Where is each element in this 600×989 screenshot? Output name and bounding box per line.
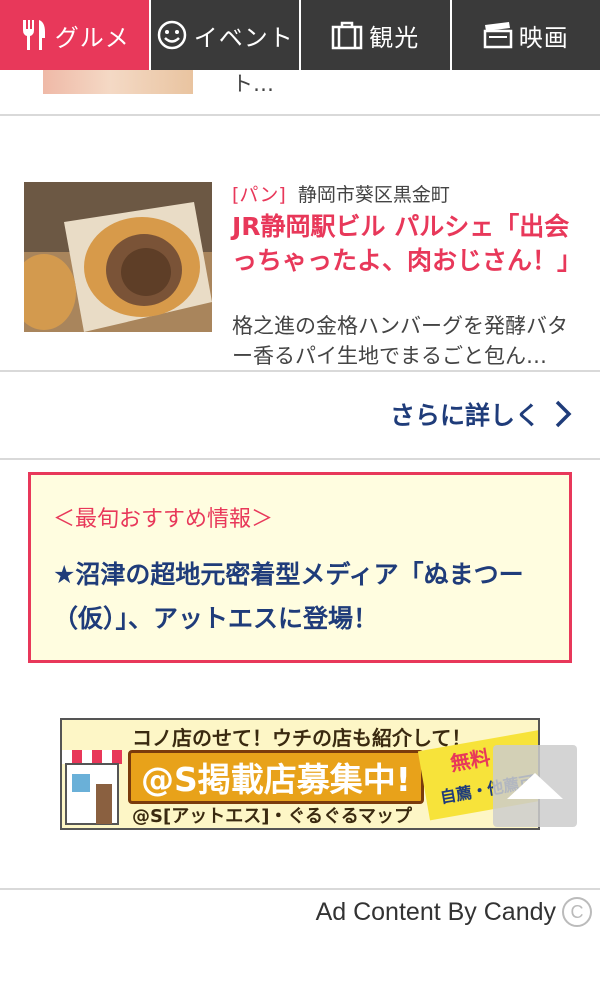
tab-sightseeing[interactable]: 観光: [299, 0, 450, 70]
more-link-label: さらに詳しく: [389, 401, 540, 430]
tab-event-label: イベント: [193, 23, 294, 52]
ad-credit-text: Ad Content By Candy: [315, 897, 556, 926]
clapperboard-icon: [483, 21, 513, 49]
previous-article-tail[interactable]: ト…: [0, 70, 600, 116]
tab-sightseeing-label: 観光: [369, 23, 420, 52]
recommend-box[interactable]: ＜最旬おすすめ情報＞ ★沼津の超地元密着型メディア「ぬまつー（仮）」、アットエス…: [28, 472, 572, 663]
recommend-heading: ＜最旬おすすめ情報＞: [53, 507, 274, 532]
suitcase-icon: [331, 20, 363, 50]
chevron-right-icon: [554, 399, 572, 429]
article-thumbnail: [24, 182, 212, 332]
banner-tagline: コノ店のせて！ウチの店も紹介して！: [132, 726, 472, 750]
arrow-up-icon: [507, 773, 563, 799]
article-meta: [パン] 静岡市葵区黒金町: [232, 180, 450, 207]
banner-free-label: 無料: [448, 745, 493, 776]
scroll-to-top-button[interactable]: [493, 745, 577, 827]
listing-ad-banner[interactable]: コノ店のせて！ウチの店も紹介して！ @S掲載店募集中! @S[アットエス]・ぐる…: [60, 718, 540, 830]
tab-movie[interactable]: 映画: [449, 0, 600, 70]
more-section: さらに詳しく: [0, 372, 600, 460]
tab-gourmet[interactable]: グルメ: [0, 0, 149, 70]
c-logo-icon: C: [562, 897, 592, 927]
article-item[interactable]: [パン] 静岡市葵区黒金町 JR静岡駅ビル パルシェ「出会っちゃったよ、肉おじさ…: [0, 116, 600, 372]
tab-gourmet-label: グルメ: [54, 23, 130, 52]
smiley-icon: [156, 19, 188, 51]
article-title[interactable]: JR静岡駅ビル パルシェ「出会っちゃったよ、肉おじさん！」: [232, 210, 582, 278]
banner-headline: @S掲載店募集中!: [128, 750, 424, 804]
more-link[interactable]: さらに詳しく: [390, 396, 572, 432]
category-tabbar: グルメ イベント 観光 映画: [0, 0, 600, 70]
fork-knife-icon: [19, 18, 49, 52]
ad-credit[interactable]: Ad Content By Candy C: [316, 897, 592, 927]
article-list: ト… [パン] 静岡市葵区黒金町 JR静岡駅ビル パルシェ「出会っちゃったよ、肉…: [0, 70, 600, 460]
tab-event[interactable]: イベント: [148, 0, 299, 70]
article-description: 格之進の金格ハンバーグを発酵バター香るパイ生地でまるごと包ん…: [232, 314, 568, 368]
shop-icon: [62, 750, 122, 825]
recommend-link[interactable]: ★沼津の超地元密着型メディア「ぬまつー（仮）」、アットエスに登場！: [53, 553, 553, 641]
tab-movie-label: 映画: [518, 23, 569, 52]
article-category: [パン]: [232, 184, 286, 206]
article-location: 静岡市葵区黒金町: [297, 184, 450, 206]
previous-article-thumbnail: [43, 70, 193, 94]
previous-article-excerpt: ト…: [232, 72, 274, 96]
banner-subtitle: @S[アットエス]・ぐるぐるマップ: [132, 806, 412, 827]
footer-divider: [0, 888, 600, 890]
